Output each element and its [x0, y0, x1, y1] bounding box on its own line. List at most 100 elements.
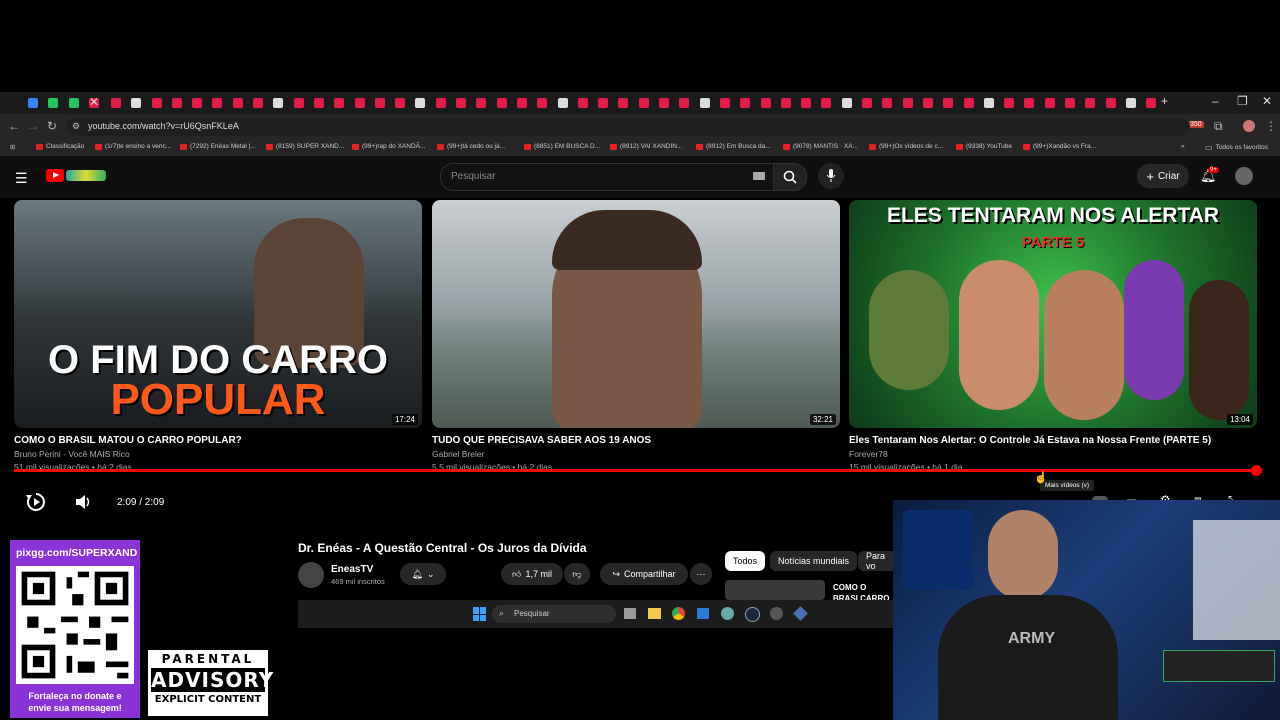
browser-tab[interactable]: [862, 98, 872, 108]
taskbar-search[interactable]: ⌕ Pesquisar: [492, 605, 616, 623]
browser-tab[interactable]: [719, 98, 730, 108]
browser-tab[interactable]: [293, 98, 304, 108]
chip-world-news[interactable]: Notícias mundiais: [770, 551, 858, 571]
bookmark-item[interactable]: (99+)rap do XANDÃ...: [352, 143, 425, 150]
windows-start-icon[interactable]: [473, 607, 487, 621]
browser-tab[interactable]: [516, 98, 527, 108]
bookmark-item[interactable]: (1/7)te ensino a venc...: [95, 143, 171, 150]
more-actions-button[interactable]: ⋯: [690, 563, 712, 585]
browser-tab[interactable]: [1105, 98, 1116, 108]
youtube-logo[interactable]: [46, 169, 64, 182]
endscreen-card-2[interactable]: 32:21 TUDO QUE PRECISAVA SABER AOS 19 AN…: [432, 200, 840, 472]
close-window-icon[interactable]: ✕: [1262, 94, 1272, 108]
video-thumbnail[interactable]: ELES TENTARAM NOS ALERTAR PARTE 5 13:04: [849, 200, 1257, 428]
browser-tab[interactable]: [1146, 98, 1157, 108]
browser-tab[interactable]: [902, 98, 913, 108]
video-title[interactable]: COMO O BRASIL MATOU O CARRO POPULAR?: [14, 435, 422, 446]
back-icon[interactable]: ←: [8, 119, 20, 133]
bookmark-item[interactable]: (9078) MANTIS · XA...: [783, 143, 858, 150]
forward-icon[interactable]: →: [27, 119, 39, 133]
browser-tab[interactable]: [334, 98, 345, 108]
chip-all[interactable]: Todos: [725, 551, 766, 571]
browser-tab[interactable]: [110, 98, 121, 108]
dislike-button[interactable]: 👎︎: [564, 563, 590, 585]
browser-tab[interactable]: [273, 98, 284, 108]
account-avatar[interactable]: [1235, 167, 1253, 185]
browser-tab[interactable]: [760, 98, 771, 108]
search-input[interactable]: Pesquisar: [440, 163, 776, 191]
channel-name[interactable]: Bruno Perini - Você MAIS Rico: [14, 449, 422, 459]
browser-tab[interactable]: [395, 98, 406, 108]
browser-tab[interactable]: [882, 98, 893, 108]
browser-tab[interactable]: [943, 98, 954, 108]
all-favorites-link[interactable]: ▭ Todos os favoritos: [1205, 143, 1268, 152]
search-button[interactable]: [773, 163, 807, 191]
browser-tab[interactable]: [171, 98, 182, 108]
bookmark-item[interactable]: (8912) VAI XANDIN...: [610, 143, 682, 150]
browser-tab[interactable]: [192, 98, 203, 108]
like-button[interactable]: 👍︎ 1,7 mil: [501, 563, 563, 585]
browser-tab[interactable]: [577, 98, 588, 108]
browser-tab[interactable]: [151, 98, 162, 108]
video-thumbnail[interactable]: 32:21: [432, 200, 840, 428]
settings-app-icon[interactable]: [721, 607, 734, 620]
browser-tab[interactable]: [841, 98, 852, 108]
new-tab-button[interactable]: +: [1161, 94, 1168, 108]
channel-name[interactable]: Forever78: [849, 449, 1257, 459]
browser-tab[interactable]: [557, 98, 568, 108]
steam-icon[interactable]: [745, 607, 760, 622]
browser-tab[interactable]: [415, 98, 426, 108]
browser-tab[interactable]: [821, 98, 832, 108]
browser-tab[interactable]: [963, 98, 974, 108]
video-title[interactable]: TUDO QUE PRECISAVA SABER AOS 19 ANOS: [432, 435, 840, 446]
app-icon[interactable]: [697, 608, 709, 619]
bookmark-item[interactable]: (8912) Em Busca da...: [696, 143, 771, 150]
bookmark-item[interactable]: (7292) Enéas Metal |...: [180, 143, 256, 150]
browser-tab[interactable]: [253, 98, 263, 108]
app-icon[interactable]: [770, 607, 783, 620]
browser-tab[interactable]: [780, 98, 791, 108]
minimize-icon[interactable]: –: [1212, 94, 1219, 108]
scrubber-handle[interactable]: [1251, 465, 1262, 476]
share-button[interactable]: ↪ Compartilhar: [600, 563, 688, 585]
browser-tab[interactable]: [740, 98, 751, 108]
sidebar-video-title[interactable]: COMO O BRASI CARRO POPUL: [833, 582, 893, 602]
bookmark-item[interactable]: (8159) SUPER XAND...: [266, 143, 344, 150]
file-explorer-icon[interactable]: [648, 608, 661, 619]
video-title[interactable]: Eles Tentaram Nos Alertar: O Controle Já…: [849, 435, 1257, 446]
browser-tab[interactable]: [354, 98, 365, 108]
browser-tab[interactable]: [638, 98, 649, 108]
browser-tab[interactable]: [313, 98, 324, 108]
bookmark-item[interactable]: Classificação: [36, 143, 84, 150]
browser-tab[interactable]: [1085, 98, 1096, 108]
reload-icon[interactable]: ↻: [47, 119, 57, 133]
bookmark-item[interactable]: (99+)Xandão vs Fra...: [1023, 143, 1096, 150]
volume-icon[interactable]: [75, 494, 93, 510]
task-view-icon[interactable]: [624, 608, 636, 619]
profile-avatar[interactable]: [1243, 120, 1255, 132]
browser-tab[interactable]: [983, 98, 994, 108]
extensions-icon[interactable]: ⧉: [1214, 119, 1223, 134]
browser-tab[interactable]: [1004, 98, 1015, 108]
browser-tab[interactable]: [598, 98, 609, 108]
browser-tab[interactable]: [28, 98, 38, 108]
omnibox[interactable]: ⚙ youtube.com/watch?v=rU6QsnFKLeA: [66, 118, 1190, 136]
browser-tab[interactable]: [374, 98, 385, 108]
browser-tab[interactable]: [48, 98, 59, 108]
video-thumbnail[interactable]: O FIM DO CARRO POPULAR 17:24: [14, 200, 422, 428]
progress-bar[interactable]: [14, 469, 1256, 472]
browser-tab[interactable]: [922, 98, 933, 108]
sidebar-thumbnail[interactable]: [725, 580, 825, 600]
replay-icon[interactable]: [25, 491, 47, 513]
browser-tab[interactable]: [1024, 98, 1035, 108]
browser-tab[interactable]: [68, 98, 79, 108]
browser-tab[interactable]: [659, 98, 669, 108]
browser-tab[interactable]: [435, 98, 446, 108]
hamburger-menu-icon[interactable]: ☰: [15, 170, 28, 187]
browser-tab[interactable]: [801, 98, 812, 108]
more-bookmarks-icon[interactable]: »: [1181, 143, 1185, 150]
endscreen-card-3[interactable]: ELES TENTARAM NOS ALERTAR PARTE 5 13:04 …: [849, 200, 1257, 472]
channel-avatar[interactable]: [298, 562, 324, 588]
browser-tab[interactable]: [476, 98, 487, 108]
chrome-icon[interactable]: [672, 607, 685, 620]
